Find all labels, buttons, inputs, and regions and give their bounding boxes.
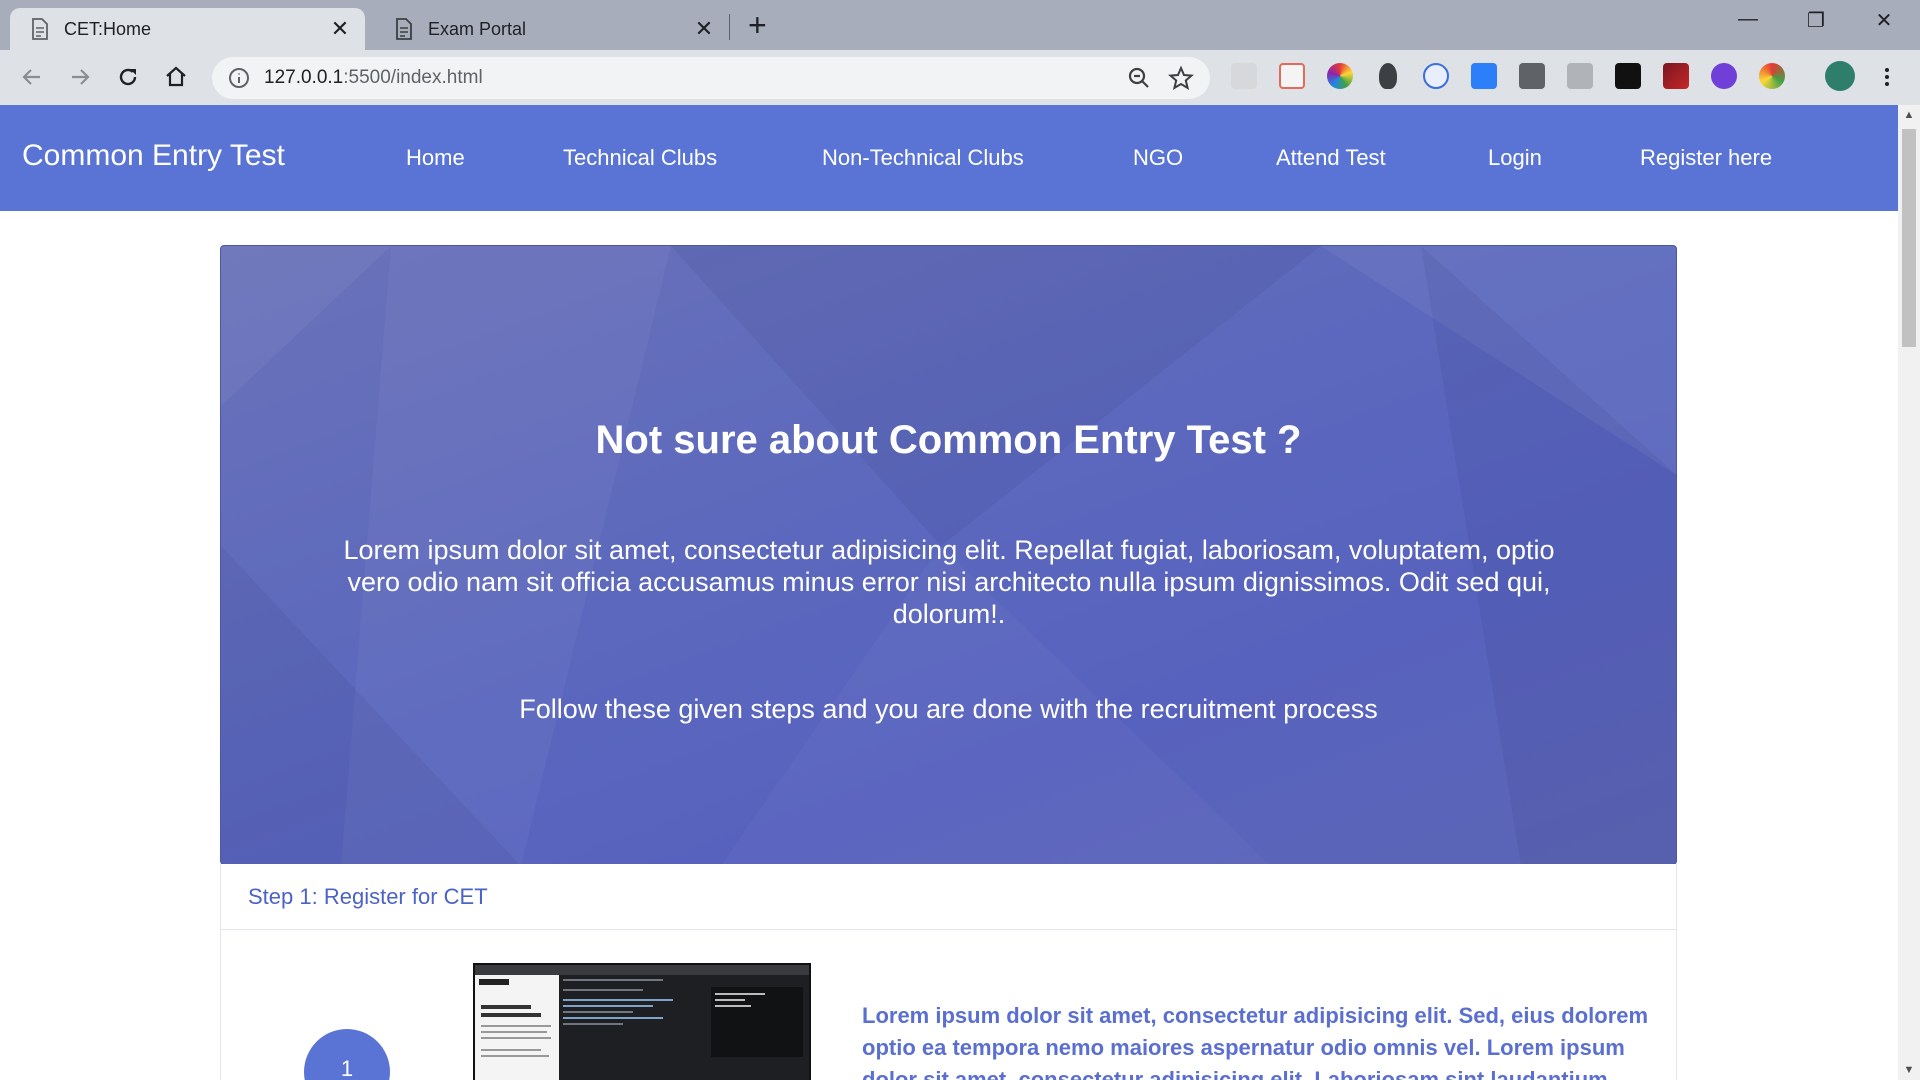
browser-toolbar: 127.0.0.1:5500/index.html [0, 50, 1920, 105]
info-icon[interactable] [228, 67, 250, 89]
tab-exam-portal[interactable]: Exam Portal ✕ [374, 8, 729, 50]
step-card: Step 1: Register for CET 1 Lorem ipsum d… [220, 864, 1677, 1080]
url-host: 127.0.0.1 [264, 67, 344, 88]
hero-follow-text: Follow these given steps and you are don… [519, 694, 1378, 724]
url-text[interactable]: 127.0.0.1:5500/index.html [264, 67, 1126, 89]
document-icon [396, 18, 412, 40]
facebook-extension-icon[interactable] [1519, 63, 1545, 89]
address-bar[interactable]: 127.0.0.1:5500/index.html [212, 57, 1210, 99]
scroll-down-icon[interactable]: ▼ [1898, 1060, 1920, 1080]
library-extension-icon[interactable] [1615, 63, 1641, 89]
tab-title: CET:Home [64, 18, 152, 39]
menu-icon[interactable] [1870, 60, 1904, 94]
avatar[interactable] [1825, 61, 1855, 91]
nav-link-login[interactable]: Login [1488, 145, 1542, 171]
hero-description: Lorem ipsum dolor sit amet, consectetur … [343, 535, 1555, 629]
hero-title: Not sure about Common Entry Test ? [595, 418, 1302, 462]
glasses-extension-icon[interactable] [1423, 63, 1449, 89]
d-extension-icon[interactable] [1471, 63, 1497, 89]
extension-icon[interactable] [1231, 63, 1257, 89]
home-icon[interactable] [159, 60, 193, 94]
tab-strip: CET:Home ✕ Exam Portal ✕ + — ❐ ✕ [0, 0, 1920, 50]
nav-link-home[interactable]: Home [406, 145, 465, 171]
hero-jumbotron: Not sure about Common Entry Test ? Lorem… [220, 245, 1677, 865]
step-screenshot-image [473, 963, 811, 1080]
step-description: Lorem ipsum dolor sit amet, consectetur … [862, 1003, 1649, 1080]
nav-link-non-technical-clubs[interactable]: Non-Technical Clubs [822, 145, 1024, 171]
clipboard-extension-icon[interactable] [1567, 63, 1593, 89]
minimize-icon[interactable]: — [1728, 8, 1768, 31]
color-picker-extension-icon[interactable] [1327, 63, 1353, 89]
zoom-icon[interactable] [1126, 65, 1152, 91]
tab-cet-home[interactable]: CET:Home ✕ [10, 8, 365, 50]
nav-link-register[interactable]: Register here [1640, 145, 1772, 171]
nav-link-technical-clubs[interactable]: Technical Clubs [563, 145, 717, 171]
nav-link-attend-test[interactable]: Attend Test [1276, 145, 1386, 171]
tab-title: Exam Portal [428, 18, 527, 39]
star-icon[interactable] [1168, 65, 1194, 91]
restore-icon[interactable]: ❐ [1796, 8, 1836, 33]
tab-separator [729, 14, 730, 40]
bulb-extension-icon[interactable] [1379, 63, 1397, 89]
step-header: Step 1: Register for CET [221, 864, 1676, 930]
pen-extension-icon[interactable] [1759, 63, 1785, 89]
close-icon[interactable]: ✕ [329, 16, 351, 42]
window-close-icon[interactable]: ✕ [1864, 8, 1904, 33]
document-icon [32, 18, 48, 40]
close-icon[interactable]: ✕ [693, 16, 715, 42]
new-tab-icon[interactable]: + [748, 9, 767, 41]
forward-icon[interactable] [63, 60, 97, 94]
nav-link-ngo[interactable]: NGO [1133, 145, 1183, 171]
page-scrollbar[interactable]: ▲ ▼ [1898, 105, 1920, 1080]
scroll-up-icon[interactable]: ▲ [1898, 105, 1920, 125]
url-path: :5500/index.html [343, 67, 483, 88]
web-page: Common Entry Test Home Technical Clubs N… [0, 105, 1898, 1080]
red-extension-icon[interactable] [1663, 63, 1689, 89]
site-navbar: Common Entry Test Home Technical Clubs N… [0, 105, 1898, 211]
step-number-badge: 1 [304, 1029, 390, 1080]
reload-icon[interactable] [111, 60, 145, 94]
back-icon[interactable] [15, 60, 49, 94]
scrollbar-thumb[interactable] [1902, 129, 1916, 347]
purple-extension-icon[interactable] [1711, 63, 1737, 89]
calendar-extension-icon[interactable] [1279, 63, 1305, 89]
site-brand[interactable]: Common Entry Test [22, 139, 285, 173]
